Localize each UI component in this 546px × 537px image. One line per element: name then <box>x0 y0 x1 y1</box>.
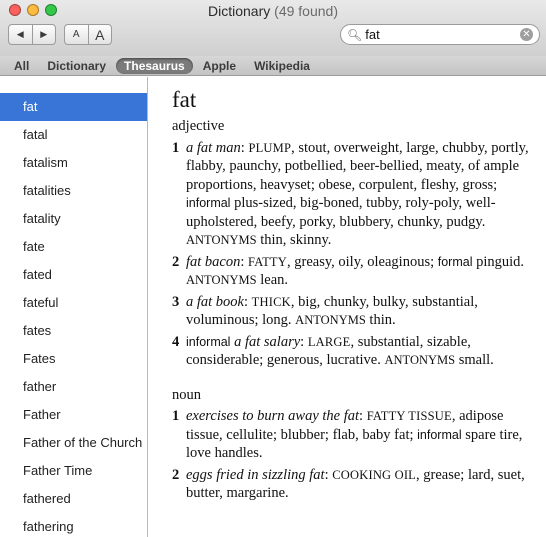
antonyms-label: ANTONYMS <box>186 273 257 287</box>
antonyms-label: ANTONYMS <box>295 313 366 327</box>
synonym-list-cont: pinguid. <box>472 253 525 270</box>
core-synonym: THICK <box>251 294 291 309</box>
clear-search-icon[interactable]: ✕ <box>520 28 533 41</box>
example-phrase: eggs fried in sizzling fat <box>186 466 325 483</box>
list-item[interactable]: fat <box>0 93 147 121</box>
window-title: Dictionary (49 found) <box>0 3 546 19</box>
list-item[interactable]: fathered <box>0 485 147 513</box>
core-synonym: FATTY <box>248 254 287 269</box>
source-scope-bar: All Dictionary Thesaurus Apple Wikipedia <box>0 56 546 76</box>
sense-number: 1 <box>172 139 180 156</box>
antonyms: small. <box>455 352 494 368</box>
list-item[interactable]: fatalism <box>0 149 147 177</box>
core-synonym: FATTY TISSUE <box>366 409 452 423</box>
scope-dictionary[interactable]: Dictionary <box>39 58 114 74</box>
antonyms-label: ANTONYMS <box>186 233 257 247</box>
list-item[interactable]: Fates <box>0 345 147 373</box>
antonyms-label: ANTONYMS <box>384 353 456 367</box>
font-size-control: A A <box>64 24 112 45</box>
core-synonym: PLUMP <box>248 140 292 155</box>
sense-adj-1: 1 a fat man: PLUMP, stout, overweight, l… <box>172 139 529 249</box>
register-label: informal <box>417 427 462 442</box>
results-list[interactable]: fat fatal fatalism fatalities fatality f… <box>0 77 148 537</box>
sense-adj-2: 2 fat bacon: FATTY, greasy, oily, oleagi… <box>172 253 525 289</box>
window-title-text: Dictionary <box>208 3 271 19</box>
back-button[interactable]: ◀ <box>9 25 32 44</box>
list-item[interactable]: fatal <box>0 121 147 149</box>
example-phrase: a fat salary <box>234 333 301 350</box>
example-phrase: exercises to burn away the fat <box>186 408 360 424</box>
font-larger-button[interactable]: A <box>89 25 112 44</box>
sense-number: 2 <box>172 253 180 270</box>
list-item[interactable]: fatality <box>0 205 147 233</box>
sense-noun-2: 2 eggs fried in sizzling fat: COOKING OI… <box>172 466 525 502</box>
antonyms: lean. <box>256 272 289 288</box>
scope-thesaurus[interactable]: Thesaurus <box>116 57 193 74</box>
list-item[interactable]: Father <box>0 401 147 429</box>
scope-wikipedia[interactable]: Wikipedia <box>246 58 318 74</box>
sense-number: 3 <box>172 293 180 310</box>
list-item[interactable]: fatalities <box>0 177 147 205</box>
sense-number: 1 <box>172 408 180 424</box>
example-phrase: fat bacon <box>186 253 241 270</box>
scope-all[interactable]: All <box>6 58 37 74</box>
font-smaller-button[interactable]: A <box>65 25 88 44</box>
entry-body: adjective 1 a fat man: PLUMP, stout, ove… <box>172 117 542 506</box>
list-item[interactable]: Father Time <box>0 457 147 485</box>
part-of-speech-adjective: adjective <box>172 118 225 134</box>
sense-noun-1: 1 exercises to burn away the fat: FATTY … <box>172 408 523 461</box>
sense-adj-3: 3 a fat book: THICK, big, chunky, bulky,… <box>172 293 478 329</box>
back-forward-control: ◀ ▶ <box>8 24 56 45</box>
title-bar: Dictionary (49 found) ◀ ▶ A A 🔍︎ fat ✕ <box>0 0 546 57</box>
headword: fat <box>172 87 197 112</box>
part-of-speech-noun: noun <box>172 386 201 403</box>
list-item[interactable]: Father of the Church <box>0 429 147 457</box>
core-synonym: LARGE <box>307 334 351 349</box>
search-icon: 🔍︎ <box>347 27 363 42</box>
dictionary-window: Dictionary (49 found) ◀ ▶ A A 🔍︎ fat ✕ A… <box>0 0 546 537</box>
list-item[interactable]: fated <box>0 261 147 289</box>
core-synonym: COOKING OIL <box>332 467 417 482</box>
result-count: (49 found) <box>274 3 338 19</box>
antonyms: thin, skinny. <box>256 232 332 248</box>
list-item[interactable]: fateful <box>0 289 147 317</box>
antonyms: thin. <box>365 312 396 328</box>
register-label: informal <box>186 196 231 210</box>
list-item[interactable]: fates <box>0 317 147 345</box>
sense-number: 4 <box>172 333 180 350</box>
list-item[interactable]: fathering <box>0 513 147 537</box>
search-input[interactable]: fat <box>365 27 520 42</box>
list-item[interactable]: father <box>0 373 147 401</box>
list-item[interactable]: fate <box>0 233 147 261</box>
synonym-list-cont: plus-sized, big-boned, tubby, roly-poly,… <box>186 195 496 230</box>
sense-number: 2 <box>172 466 180 483</box>
forward-button[interactable]: ▶ <box>33 25 56 44</box>
search-field[interactable]: 🔍︎ fat ✕ <box>340 24 540 45</box>
example-phrase: a fat book <box>186 293 244 310</box>
scope-apple[interactable]: Apple <box>195 58 244 74</box>
example-phrase: a fat man <box>186 139 241 156</box>
entry-pane: fat adjective 1 a fat man: PLUMP, stout,… <box>148 77 546 537</box>
register-label: formal <box>437 254 473 269</box>
register-label: informal <box>186 334 231 349</box>
sense-adj-4: 4 informal a fat salary: LARGE, substant… <box>172 333 494 369</box>
synonym-list: , greasy, oily, oleaginous; <box>287 253 438 270</box>
